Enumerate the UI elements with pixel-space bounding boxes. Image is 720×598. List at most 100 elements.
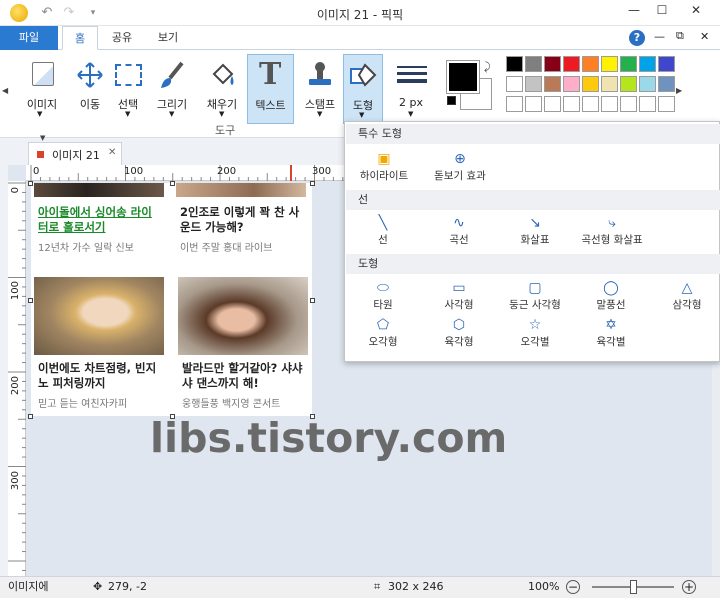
menu-item-speech-bubble[interactable]: ◯ 말풍선: [583, 279, 639, 315]
fill-tool-button[interactable]: 채우기 ▼: [200, 54, 244, 120]
menu-item-line[interactable]: ╲ 선: [355, 214, 411, 250]
color-swatch[interactable]: [582, 56, 599, 72]
text-tool-button[interactable]: T 텍스트: [247, 54, 294, 124]
chevron-down-icon: ▼: [37, 110, 43, 118]
color-swatch[interactable]: [601, 96, 618, 112]
ribbon-minimize-icon[interactable]: —: [654, 30, 665, 43]
menu-item-rectangle[interactable]: ▭ 사각형: [431, 279, 487, 315]
color-swatch[interactable]: [620, 76, 637, 92]
color-swatch[interactable]: [639, 56, 656, 72]
stamp-tool-button[interactable]: 스탬프 ▼: [298, 54, 342, 120]
color-swatch[interactable]: [620, 96, 637, 112]
swap-colors-icon[interactable]: ⤸: [484, 60, 491, 74]
line-icon: ╲: [378, 215, 388, 231]
color-swatch[interactable]: [658, 76, 675, 92]
image-tool-button[interactable]: 이미지 ▼: [20, 54, 64, 120]
color-swatch[interactable]: [582, 76, 599, 92]
menu-item-six-point-star[interactable]: ✡ 육각별: [583, 316, 639, 352]
article-card[interactable]: 발라드만 할거같아? 샤샤샤 댄스까지 해! 웅행들풍 백지영 콘서트: [178, 277, 308, 413]
color-swatch[interactable]: [658, 56, 675, 72]
card-title[interactable]: 아이돌에서 싱어송 라이터로 홀로서기: [34, 197, 164, 235]
rounded-rectangle-icon: ▢: [528, 280, 542, 296]
draw-tool-button[interactable]: 그리기 ▼: [150, 54, 194, 120]
tab-file[interactable]: 파일: [0, 26, 58, 50]
ruler-label-200: 200: [217, 166, 237, 177]
menu-item-hexagon[interactable]: ⬡ 육각형: [431, 316, 487, 352]
resize-handle[interactable]: [28, 414, 33, 419]
ruler-label-100: 100: [10, 281, 21, 301]
ruler-cursor-marker: [290, 165, 292, 181]
zoom-slider-thumb[interactable]: [630, 580, 637, 594]
color-swatch[interactable]: [525, 56, 542, 72]
chevron-down-icon: ▼: [408, 110, 414, 118]
document-tab[interactable]: 이미지 21 ✕: [28, 142, 122, 165]
resize-handle[interactable]: [170, 181, 175, 186]
zoom-in-button[interactable]: +: [682, 580, 696, 594]
vertical-ruler: 0 100 200 300: [8, 181, 26, 576]
pentagon-icon: ⬠: [376, 317, 390, 333]
resize-handle[interactable]: [310, 298, 315, 303]
color-swatch[interactable]: [620, 56, 637, 72]
color-swatch[interactable]: [601, 56, 618, 72]
color-swatch[interactable]: [506, 96, 523, 112]
menu-item-five-point-star[interactable]: ☆ 오각별: [507, 316, 563, 352]
tab-home[interactable]: 홈: [62, 26, 98, 50]
chevron-down-icon: ▼: [359, 111, 365, 119]
menu-item-curved-arrow[interactable]: ⤷ 곡선형 화살표: [571, 214, 653, 250]
menu-item-arrow[interactable]: ↘ 화살표: [507, 214, 563, 250]
color-swatch[interactable]: [525, 76, 542, 92]
article-card[interactable]: 이번에도 차트점령, 빈지노 피처링까지 믿고 듣는 여친자카피: [34, 277, 164, 413]
close-tab-icon[interactable]: ✕: [108, 147, 116, 158]
ribbon-scroll-left-icon[interactable]: ◀: [2, 86, 8, 95]
color-swatch[interactable]: [601, 76, 618, 92]
reset-colors-icon[interactable]: [447, 96, 456, 105]
menu-item-triangle[interactable]: △ 삼각형: [659, 279, 715, 315]
color-swatch[interactable]: [639, 96, 656, 112]
color-swatch[interactable]: [563, 76, 580, 92]
tab-list-chevron-icon[interactable]: ▼: [40, 134, 45, 142]
article-card[interactable]: 2인조로 이렇게 꽉 찬 사운드 가능해? 이번 주말 홍대 라이브: [176, 183, 306, 271]
color-swatch[interactable]: [544, 96, 561, 112]
help-icon[interactable]: ?: [629, 30, 645, 46]
resize-handle[interactable]: [28, 298, 33, 303]
tab-view[interactable]: 보기: [150, 26, 186, 50]
color-swatch[interactable]: [544, 76, 561, 92]
menu-item-highlight[interactable]: ▣ 하이라이트: [353, 150, 415, 186]
ribbon-close-icon[interactable]: ✕: [700, 30, 709, 43]
maximize-button[interactable]: ☐: [648, 0, 676, 20]
zoom-out-button[interactable]: −: [566, 580, 580, 594]
menu-item-pentagon[interactable]: ⬠ 오각형: [355, 316, 411, 352]
image-canvas[interactable]: 아이돌에서 싱어송 라이터로 홀로서기 12년차 가수 일락 신보 2인조로 이…: [31, 183, 312, 416]
color-swatch[interactable]: [658, 96, 675, 112]
color-swatch[interactable]: [582, 96, 599, 112]
color-swatch[interactable]: [506, 56, 523, 72]
card-title[interactable]: 발라드만 할거같아? 샤샤샤 댄스까지 해!: [178, 355, 308, 391]
card-title[interactable]: 2인조로 이렇게 꽉 찬 사운드 가능해?: [176, 197, 306, 235]
color-swatch[interactable]: [563, 96, 580, 112]
resize-handle[interactable]: [28, 181, 33, 186]
primary-color[interactable]: [446, 60, 480, 94]
color-swatch[interactable]: [639, 76, 656, 92]
vertical-scrollbar[interactable]: [712, 365, 720, 576]
card-title[interactable]: 이번에도 차트점령, 빈지노 피처링까지: [34, 355, 164, 391]
article-card[interactable]: 아이돌에서 싱어송 라이터로 홀로서기 12년차 가수 일락 신보: [34, 183, 164, 271]
shape-tool-button[interactable]: 도형 ▼: [343, 54, 383, 124]
menu-item-magnifier[interactable]: ⊕ 돋보기 효과: [427, 150, 493, 186]
ribbon-scroll-right-icon[interactable]: ▶: [676, 86, 682, 95]
ruler-label-300: 300: [10, 471, 21, 491]
menu-item-ellipse[interactable]: ⬭ 타원: [355, 279, 411, 315]
ribbon-restore-icon[interactable]: ⧉: [676, 29, 684, 43]
tab-share[interactable]: 공유: [104, 26, 140, 50]
menu-item-rounded-rectangle[interactable]: ▢ 둥근 사각형: [499, 279, 571, 315]
line-width-button[interactable]: 2 px ▼: [389, 54, 433, 120]
color-swatch[interactable]: [525, 96, 542, 112]
select-tool-button[interactable]: 선택 ▼: [106, 54, 150, 120]
color-swatch[interactable]: [506, 76, 523, 92]
minimize-button[interactable]: —: [620, 0, 648, 20]
window-title: 이미지 21 - 픽픽: [316, 8, 404, 22]
color-swatch[interactable]: [544, 56, 561, 72]
color-swatch[interactable]: [563, 56, 580, 72]
close-button[interactable]: ✕: [678, 0, 714, 20]
menu-item-curve[interactable]: ∿ 곡선: [431, 214, 487, 250]
resize-handle[interactable]: [310, 181, 315, 186]
